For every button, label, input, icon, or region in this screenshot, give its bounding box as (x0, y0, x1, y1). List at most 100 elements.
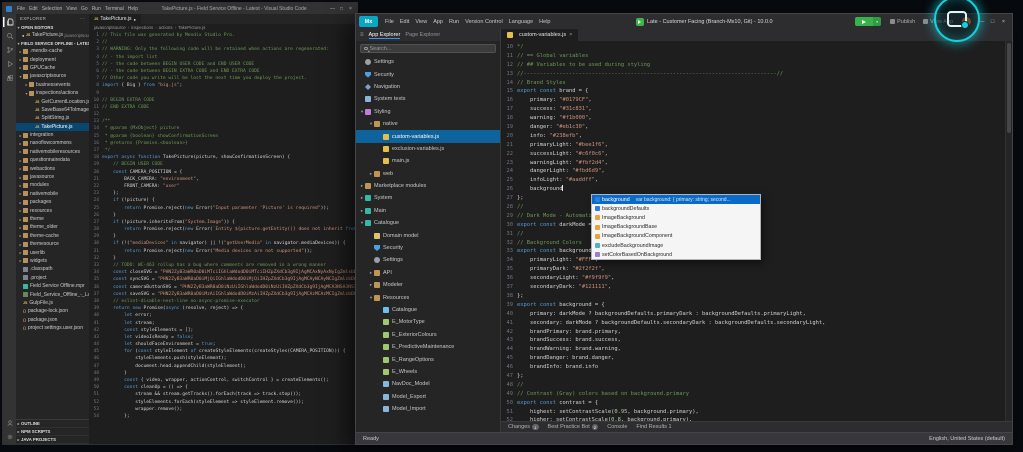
code-line[interactable]: 17 success: "#31c831", (501, 105, 1012, 114)
publish-button[interactable]: Publish (886, 19, 919, 25)
code-line[interactable]: 48// (501, 381, 1012, 390)
explorer-tree-item[interactable]: ▸ widgets (16, 257, 89, 265)
app-explorer-item[interactable]: ▸ Main (356, 205, 500, 217)
code-line[interactable]: 22 FRONT_CAMERA: "user" (89, 183, 357, 190)
code-line[interactable]: 17 */ (89, 147, 357, 154)
more-actions-icon[interactable]: ··· (80, 16, 85, 21)
app-explorer-item[interactable]: Settings (356, 56, 500, 68)
sidebar-section-npm-scripts[interactable]: ▸ NPM SCRIPTS (16, 428, 89, 436)
code-line[interactable]: 49 const { video, wrapper, actionControl… (89, 377, 357, 384)
app-explorer-item[interactable]: ▾ Resources (356, 291, 500, 303)
explorer-tree-item[interactable]: SplitString.js (16, 114, 89, 122)
menu-item[interactable]: App (430, 19, 446, 25)
explorer-tree-item[interactable]: ▸ modules (16, 181, 89, 189)
tab-page-explorer[interactable]: Page Explorer (405, 32, 440, 38)
suggestion-item[interactable]: backgroundDefaults (592, 204, 760, 213)
menu-item[interactable]: Language (506, 19, 536, 25)
tab-takepicture[interactable]: TakePicture.js ● (89, 14, 141, 24)
code-line[interactable]: 15 * @param {boolean} showConfirmationSc… (89, 133, 357, 140)
explorer-tree-item[interactable]: ▸ theme_older (16, 223, 89, 231)
code-line[interactable]: 27 if (!picture.inheritsFrom("System.Ima… (89, 219, 357, 226)
code-line[interactable]: 23 }; (89, 190, 357, 197)
explorer-tree-item[interactable]: ▸ deployment (16, 55, 89, 63)
app-explorer-item[interactable]: NavDoc_Model (356, 378, 500, 390)
code-line[interactable]: 28 return Promise.reject(new Error(`Enti… (89, 226, 357, 233)
run-dropdown-icon[interactable]: ▾ (873, 17, 882, 26)
code-line[interactable]: 20 info: "#238efb", (501, 132, 1012, 141)
app-explorer-item[interactable]: Security (356, 68, 500, 80)
code-line[interactable]: 48 } (89, 370, 357, 377)
explorer-icon[interactable] (3, 17, 16, 27)
code-line[interactable]: 36 secondaryLight: "#f9f9f9", (501, 274, 1012, 283)
code-line[interactable]: 18 export async function TakePicture(pict… (89, 154, 357, 161)
suggestion-item[interactable]: setColorBasedOnBackground (592, 250, 760, 259)
code-line[interactable]: 39 export const background = { (501, 301, 1012, 310)
dock-tab-changes[interactable]: Changes 1 (508, 423, 539, 431)
app-explorer-item[interactable]: Settings (356, 254, 500, 266)
code-line[interactable]: 41 secondary: darkMode ? backgroundDefau… (501, 319, 1012, 328)
code-line[interactable]: 38}; (501, 292, 1012, 301)
open-editor-item[interactable]: ● TakePicture.js javascriptsource\inspec… (16, 31, 89, 39)
code-line[interactable]: 34 const closeSVG = "PHN2ZyB3aWR0aD0iMTc… (89, 269, 357, 276)
source-control-icon[interactable] (3, 45, 16, 55)
suggestion-item[interactable]: ImageBackgroundComponent (592, 232, 760, 241)
code-line[interactable]: 33 // TODO: WC-463 rollup has a bug wher… (89, 262, 357, 269)
code-line[interactable]: 16 primary: "#0179CF", (501, 96, 1012, 105)
code-line[interactable]: 25 infoLight: "#aaddff", (501, 176, 1012, 185)
code-line[interactable]: 9 (89, 90, 357, 97)
explorer-tree-item[interactable]: ▸ businessevents (16, 81, 89, 89)
code-line[interactable]: 7// Other code you write will be lost th… (89, 75, 357, 82)
explorer-tree-item[interactable]: ▾ javascriptsource (16, 72, 89, 80)
code-line[interactable]: 42 const styleElements = []; (89, 327, 357, 334)
code-line[interactable]: 51 stream && stream.getTracks().forEach(… (89, 391, 357, 398)
code-editor[interactable]: 1// This file was generated by Mendix St… (89, 31, 357, 444)
code-line[interactable]: 22 successLight: "#c6f0c6", (501, 150, 1012, 159)
explorer-tree-item[interactable]: ▸ .mendix-cache (16, 47, 89, 55)
sidebar-section-outline[interactable]: ▸ OUTLINE (16, 420, 89, 428)
menu-item[interactable]: Go (79, 6, 90, 12)
code-line[interactable]: 47}; (501, 372, 1012, 381)
code-line[interactable]: 13//------------------------------------… (501, 70, 1012, 79)
workspace-section[interactable]: ▾ FIELD SERVICE OFFLINE - LATEST (16, 39, 89, 47)
menu-item[interactable]: Version Control (462, 19, 506, 25)
code-line[interactable]: 44 let shouldFaceEnvironment = true; (89, 341, 357, 348)
app-explorer-item[interactable]: Model_Export (356, 391, 500, 403)
code-line[interactable]: 40 let error; (89, 312, 357, 319)
search-input[interactable]: Search... (360, 44, 496, 53)
code-line[interactable]: 11// END EXTRA CODE (89, 104, 357, 111)
explorer-tree-item[interactable]: ▸ userlib (16, 248, 89, 256)
dock-tab-find-results-1[interactable]: Find Results 1 (636, 424, 671, 430)
explorer-tree-item[interactable]: ▸ javasource (16, 173, 89, 181)
code-line[interactable]: 39 return new Promise(async (resolve, re… (89, 305, 357, 312)
code-line[interactable]: 12 (89, 111, 357, 118)
code-line[interactable]: 6// - the code between BEGIN EXTRA CODE … (89, 68, 357, 75)
explorer-tree-item[interactable]: ▾ inspections\actions (16, 89, 89, 97)
code-line[interactable]: 47 document.head.appendChild(styleElemen… (89, 363, 357, 370)
menu-item[interactable]: View (412, 19, 430, 25)
suggestion-item[interactable]: ImageBackgroundBase (592, 223, 760, 232)
app-explorer-item[interactable]: custom-variables.js (356, 130, 500, 143)
app-explorer-item[interactable]: ▸ Marketplace modules (356, 180, 500, 192)
explorer-tree-item[interactable]: .classpath (16, 265, 89, 273)
menu-item[interactable]: Terminal (103, 6, 126, 12)
code-line[interactable]: 1// This file was generated by Mendix St… (89, 32, 357, 39)
app-explorer-item[interactable]: ▸ API (356, 267, 500, 279)
code-line[interactable]: 29 } (89, 233, 357, 240)
menu-item[interactable]: Help (126, 6, 140, 12)
explorer-tree-item[interactable]: ▸ GPUCache (16, 64, 89, 72)
explorer-tree-item[interactable]: ▸ nativemobile (16, 190, 89, 198)
code-line[interactable]: 42 brandPrimary: brand.primary, (501, 328, 1012, 337)
app-explorer-item[interactable]: E_RangeOptions (356, 353, 500, 365)
explorer-tree-item[interactable]: ▸ resources (16, 206, 89, 214)
tab-app-explorer[interactable]: App Explorer (369, 32, 401, 39)
menu-item[interactable]: File (382, 19, 397, 25)
code-line[interactable]: 49// Contrast (Gray) colors based on bac… (501, 390, 1012, 399)
code-line[interactable]: 38 // eslint-disable-next-line no-async-… (89, 298, 357, 305)
code-line[interactable]: 30 if (!("mediaDevices" in navigator) ||… (89, 240, 357, 247)
code-line[interactable]: 12// ## Variables to be used during styl… (501, 61, 1012, 70)
code-line[interactable]: 37 const saveSVG = "PHN2ZyB3aWR0aD0iMzAi… (89, 291, 357, 298)
maximize-button[interactable]: □ (337, 6, 346, 12)
dock-tab-best-practice-bot[interactable]: Best Practice Bot 2 (548, 423, 599, 431)
scrollbar-thumb[interactable] (1007, 43, 1011, 133)
code-line[interactable]: 54 }; (89, 413, 357, 420)
